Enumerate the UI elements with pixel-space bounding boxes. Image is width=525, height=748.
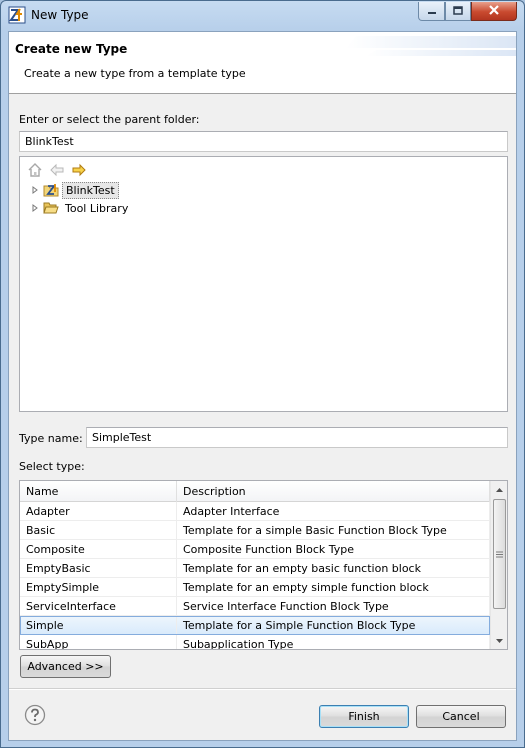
minimize-icon	[427, 5, 437, 18]
close-icon	[488, 4, 500, 18]
table-row[interactable]: EmptySimple Template for an empty simple…	[20, 578, 490, 597]
dialog-body: Create new Type Create a new type from a…	[8, 31, 517, 741]
cell-description: Template for an empty simple function bl…	[177, 578, 490, 597]
cell-name: Composite	[20, 540, 177, 559]
table-scrollbar[interactable]	[490, 481, 507, 649]
cell-description: Template for a simple Basic Function Blo…	[177, 521, 490, 540]
button-bar-divider	[9, 688, 516, 690]
cell-description: Composite Function Block Type	[177, 540, 490, 559]
app-logo-icon	[8, 6, 26, 24]
table-row-selected[interactable]: Simple Template for a Simple Function Bl…	[20, 616, 490, 635]
maximize-icon	[453, 5, 463, 18]
cell-name: Basic	[20, 521, 177, 540]
help-icon[interactable]	[24, 704, 46, 726]
table-header: Name Description	[20, 481, 490, 502]
expand-arrow-icon[interactable]	[30, 203, 40, 213]
table-body: Adapter Adapter Interface Basic Template…	[20, 502, 490, 649]
cell-description: Template for an empty basic function blo…	[177, 559, 490, 578]
column-header-description[interactable]: Description	[177, 481, 490, 502]
scroll-up-icon[interactable]	[491, 481, 507, 498]
cancel-button[interactable]: Cancel	[416, 705, 506, 728]
table-row[interactable]: Basic Template for a simple Basic Functi…	[20, 521, 490, 540]
finish-button[interactable]: Finish	[319, 705, 409, 728]
grip-icon	[496, 551, 503, 557]
close-button[interactable]	[471, 2, 517, 21]
table-row[interactable]: Adapter Adapter Interface	[20, 502, 490, 521]
new-type-dialog: New Type Create new Type Create a new ty…	[0, 0, 525, 748]
forward-arrow-icon[interactable]	[70, 162, 88, 178]
cell-name: SubApp	[20, 635, 177, 649]
tree-item-label: Tool Library	[65, 201, 129, 215]
back-arrow-icon[interactable]	[48, 162, 66, 178]
cell-description: Adapter Interface	[177, 502, 490, 521]
title-bar[interactable]: New Type	[1, 1, 524, 29]
header-banner-graphic	[346, 36, 516, 56]
type-name-input[interactable]	[86, 427, 508, 448]
wizard-title: Create new Type	[15, 42, 128, 56]
folder-open-icon	[42, 200, 60, 216]
table-row[interactable]: Composite Composite Function Block Type	[20, 540, 490, 559]
project-icon	[42, 182, 60, 198]
scroll-down-icon[interactable]	[491, 632, 507, 649]
scrollbar-thumb[interactable]	[493, 499, 506, 609]
cell-description: Template for a Simple Function Block Typ…	[177, 616, 490, 635]
cell-description: Subapplication Type	[177, 635, 490, 649]
cell-name: Adapter	[20, 502, 177, 521]
tree-item-blinktest[interactable]: BlinkTest	[30, 181, 119, 199]
parent-folder-input[interactable]	[19, 131, 508, 152]
cell-name: EmptySimple	[20, 578, 177, 597]
cell-description: Service Interface Function Block Type	[177, 597, 490, 616]
cell-name: EmptyBasic	[20, 559, 177, 578]
folder-tree[interactable]: BlinkTest Tool Library	[19, 156, 508, 412]
column-header-name[interactable]: Name	[20, 481, 177, 502]
cell-name: Simple	[20, 616, 177, 635]
wizard-description: Create a new type from a template type	[24, 67, 246, 80]
cell-name: ServiceInterface	[20, 597, 177, 616]
tree-item-tool-library[interactable]: Tool Library	[30, 199, 131, 217]
window-title: New Type	[31, 8, 89, 22]
wizard-header: Create new Type Create a new type from a…	[9, 32, 516, 94]
table-row[interactable]: EmptyBasic Template for an empty basic f…	[20, 559, 490, 578]
advanced-button[interactable]: Advanced >>	[20, 655, 111, 678]
expand-arrow-icon[interactable]	[30, 185, 40, 195]
type-table[interactable]: Name Description Adapter Adapter Interfa…	[19, 480, 508, 650]
maximize-button[interactable]	[445, 2, 471, 21]
select-type-label: Select type:	[19, 460, 85, 473]
table-row[interactable]: ServiceInterface Service Interface Funct…	[20, 597, 490, 616]
home-icon[interactable]	[26, 162, 44, 178]
tree-item-label: BlinkTest	[62, 181, 119, 199]
type-name-label: Type name:	[19, 432, 83, 445]
minimize-button[interactable]	[418, 2, 445, 21]
table-row[interactable]: SubApp Subapplication Type	[20, 635, 490, 649]
tree-toolbar	[26, 162, 88, 178]
parent-folder-label: Enter or select the parent folder:	[19, 113, 200, 126]
